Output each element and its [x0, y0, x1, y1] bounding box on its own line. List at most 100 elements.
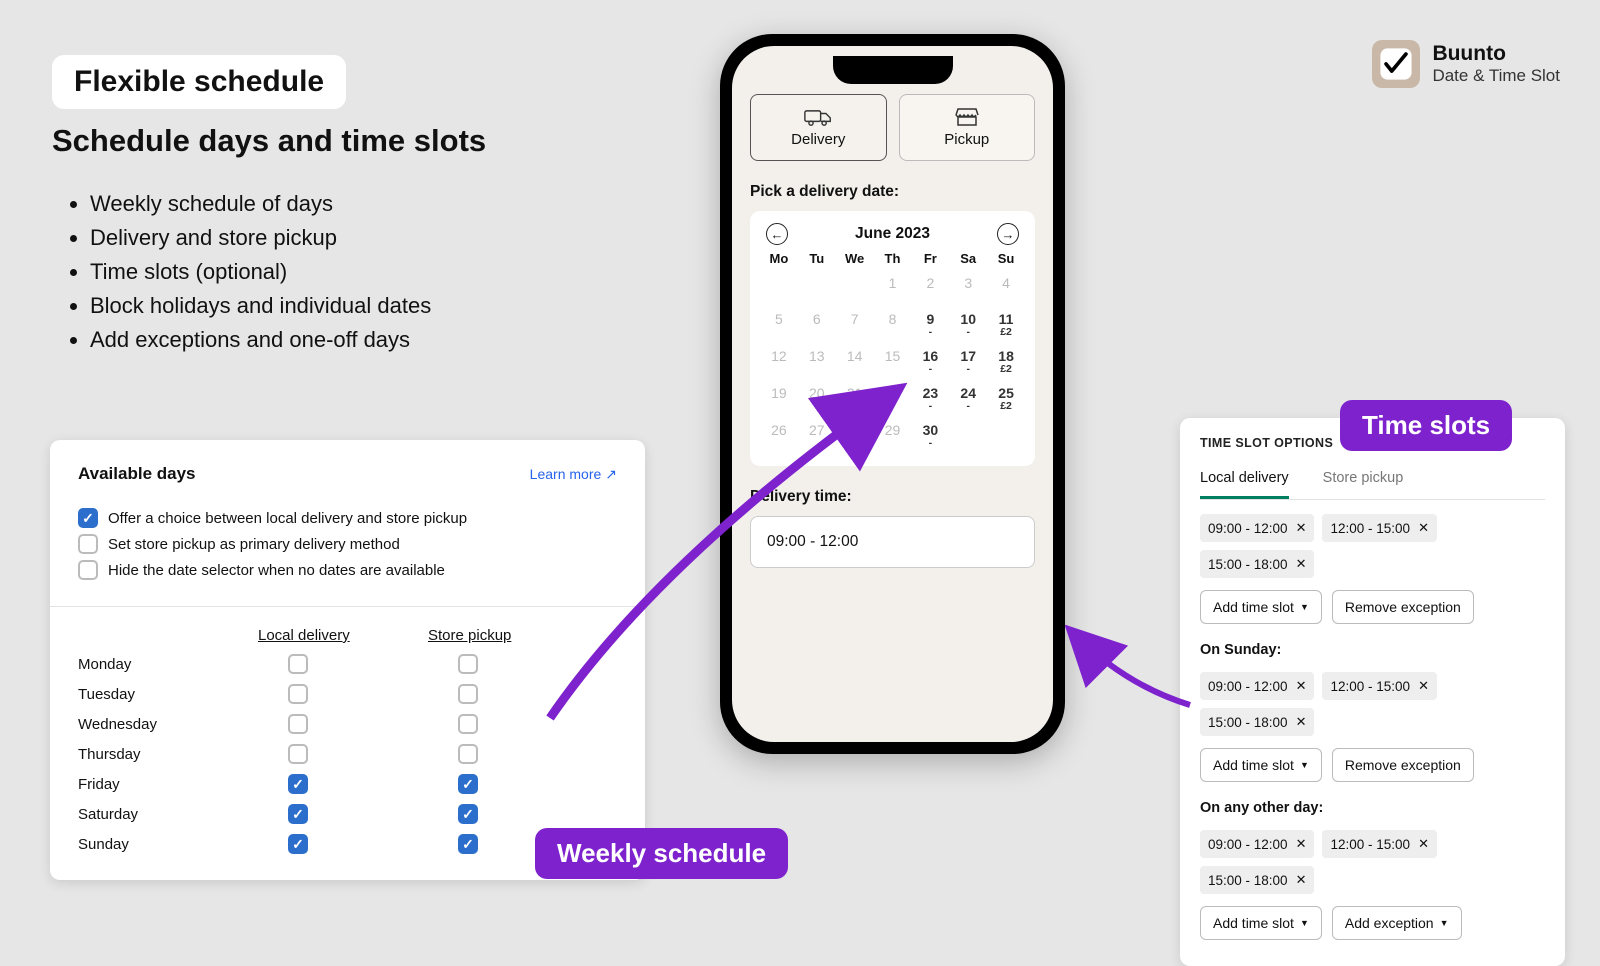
checkbox-store-pickup[interactable]	[458, 804, 478, 824]
checkbox[interactable]	[78, 508, 98, 528]
close-icon[interactable]: ✕	[1418, 678, 1429, 694]
callout-time-slots: Time slots	[1340, 400, 1512, 451]
close-icon[interactable]: ✕	[1296, 556, 1307, 572]
learn-more-link[interactable]: Learn more ↗	[530, 466, 617, 483]
close-icon[interactable]: ✕	[1296, 836, 1307, 852]
time-slot-chip[interactable]: 09:00 - 12:00✕	[1200, 830, 1314, 858]
delivery-time-select[interactable]: 09:00 - 12:00	[750, 516, 1035, 568]
pick-date-label: Pick a delivery date:	[750, 183, 1035, 201]
calendar-day[interactable]: 23-	[911, 386, 949, 413]
calendar-day[interactable]: 24-	[949, 386, 987, 413]
close-icon[interactable]: ✕	[1418, 836, 1429, 852]
store-icon	[953, 107, 981, 127]
close-icon[interactable]: ✕	[1418, 520, 1429, 536]
calendar-day[interactable]: 30-	[911, 423, 949, 450]
mode-pickup-label: Pickup	[944, 131, 989, 148]
tab-store-pickup[interactable]: Store pickup	[1323, 462, 1404, 499]
close-icon[interactable]: ✕	[1296, 678, 1307, 694]
option-row: Set store pickup as primary delivery met…	[78, 534, 617, 554]
checkbox-local-delivery[interactable]	[288, 654, 308, 674]
calendar-day: 20	[798, 386, 836, 413]
checkbox-store-pickup[interactable]	[458, 714, 478, 734]
day-label: Monday	[78, 656, 258, 673]
mode-delivery-label: Delivery	[791, 131, 845, 148]
time-slot-chip[interactable]: 15:00 - 18:00✕	[1200, 550, 1314, 578]
time-slot-chip[interactable]: 12:00 - 15:00✕	[1322, 830, 1436, 858]
brand-text: Buunto Date & Time Slot	[1432, 42, 1560, 86]
time-slot-chip[interactable]: 15:00 - 18:00✕	[1200, 866, 1314, 894]
checkbox-store-pickup[interactable]	[458, 744, 478, 764]
brand-name: Buunto	[1432, 42, 1560, 66]
callout-weekly-schedule: Weekly schedule	[535, 828, 788, 879]
delivery-time-label: Delivery time:	[750, 488, 1035, 506]
time-slot-chip[interactable]: 09:00 - 12:00✕	[1200, 672, 1314, 700]
calendar-day	[760, 276, 798, 302]
calendar-day[interactable]: 16-	[911, 349, 949, 376]
checkbox-store-pickup[interactable]	[458, 654, 478, 674]
checkbox[interactable]	[78, 560, 98, 580]
checkbox-local-delivery[interactable]	[288, 684, 308, 704]
checkbox-store-pickup[interactable]	[458, 834, 478, 854]
prev-month-button[interactable]: ←	[766, 223, 788, 245]
calendar-dow: Su	[987, 251, 1025, 266]
checkbox-store-pickup[interactable]	[458, 774, 478, 794]
calendar-day[interactable]: 11£2	[987, 312, 1025, 339]
checkbox-local-delivery[interactable]	[288, 774, 308, 794]
time-slot-chip[interactable]: 09:00 - 12:00✕	[1200, 514, 1314, 542]
day-label: Thursday	[78, 746, 258, 763]
time-slot-group-label: On Sunday:	[1200, 642, 1545, 658]
add-time-slot-button[interactable]: Add time slot▼	[1200, 906, 1322, 940]
bullet-item: Block holidays and individual dates	[90, 289, 486, 323]
arrow-annotation	[1065, 625, 1195, 715]
mode-pickup-button[interactable]: Pickup	[899, 94, 1036, 161]
remove-exception-button[interactable]: Remove exception	[1332, 590, 1474, 624]
checkbox-store-pickup[interactable]	[458, 684, 478, 704]
remove-exception-button[interactable]: Remove exception	[1332, 748, 1474, 782]
close-icon[interactable]: ✕	[1296, 520, 1307, 536]
calendar-day: 12	[760, 349, 798, 376]
checkbox-local-delivery[interactable]	[288, 804, 308, 824]
checkbox[interactable]	[78, 534, 98, 554]
brand-tagline: Date & Time Slot	[1432, 66, 1560, 86]
time-slot-chip[interactable]: 12:00 - 15:00✕	[1322, 514, 1436, 542]
mode-delivery-button[interactable]: Delivery	[750, 94, 887, 161]
calendar-day[interactable]: 18£2	[987, 349, 1025, 376]
time-slot-chip[interactable]: 12:00 - 15:00✕	[1322, 672, 1436, 700]
calendar: ← June 2023 → MoTuWeThFrSaSu123456789-10…	[750, 211, 1035, 466]
chevron-down-icon: ▼	[1300, 918, 1309, 928]
calendar-day	[798, 276, 836, 302]
add-exception-button[interactable]: Add exception▼	[1332, 906, 1462, 940]
calendar-day: 27	[798, 423, 836, 450]
brand-logo	[1372, 40, 1420, 88]
calendar-dow: Mo	[760, 251, 798, 266]
phone-mock: Delivery Pickup Pick a delivery date: ← …	[720, 34, 1065, 754]
chevron-down-icon: ▼	[1440, 918, 1449, 928]
checkbox-local-delivery[interactable]	[288, 834, 308, 854]
feature-bullets: Weekly schedule of days Delivery and sto…	[52, 187, 486, 357]
close-icon[interactable]: ✕	[1296, 872, 1307, 888]
calendar-day[interactable]: 9-	[911, 312, 949, 339]
bullet-item: Time slots (optional)	[90, 255, 486, 289]
calendar-day[interactable]: 17-	[949, 349, 987, 376]
add-time-slot-button[interactable]: Add time slot▼	[1200, 748, 1322, 782]
checkbox-local-delivery[interactable]	[288, 714, 308, 734]
calendar-day[interactable]: 10-	[949, 312, 987, 339]
tab-local-delivery[interactable]: Local delivery	[1200, 462, 1289, 499]
add-time-slot-button[interactable]: Add time slot▼	[1200, 590, 1322, 624]
time-slot-chip[interactable]: 15:00 - 18:00✕	[1200, 708, 1314, 736]
calendar-day: 22	[874, 386, 912, 413]
available-days-title: Available days	[78, 464, 196, 484]
close-icon[interactable]: ✕	[1296, 714, 1307, 730]
day-row: Monday	[78, 654, 617, 674]
calendar-day	[987, 423, 1025, 450]
day-label: Saturday	[78, 806, 258, 823]
calendar-day[interactable]: 25£2	[987, 386, 1025, 413]
chevron-down-icon: ▼	[1300, 602, 1309, 612]
calendar-day: 4	[987, 276, 1025, 302]
truck-icon	[804, 107, 832, 127]
checkbox-local-delivery[interactable]	[288, 744, 308, 764]
calendar-day: 5	[760, 312, 798, 339]
col-local-delivery: Local delivery	[258, 627, 428, 644]
next-month-button[interactable]: →	[997, 223, 1019, 245]
chip-row: 09:00 - 12:00✕ 12:00 - 15:00✕ 15:00 - 18:0…	[1200, 514, 1545, 578]
